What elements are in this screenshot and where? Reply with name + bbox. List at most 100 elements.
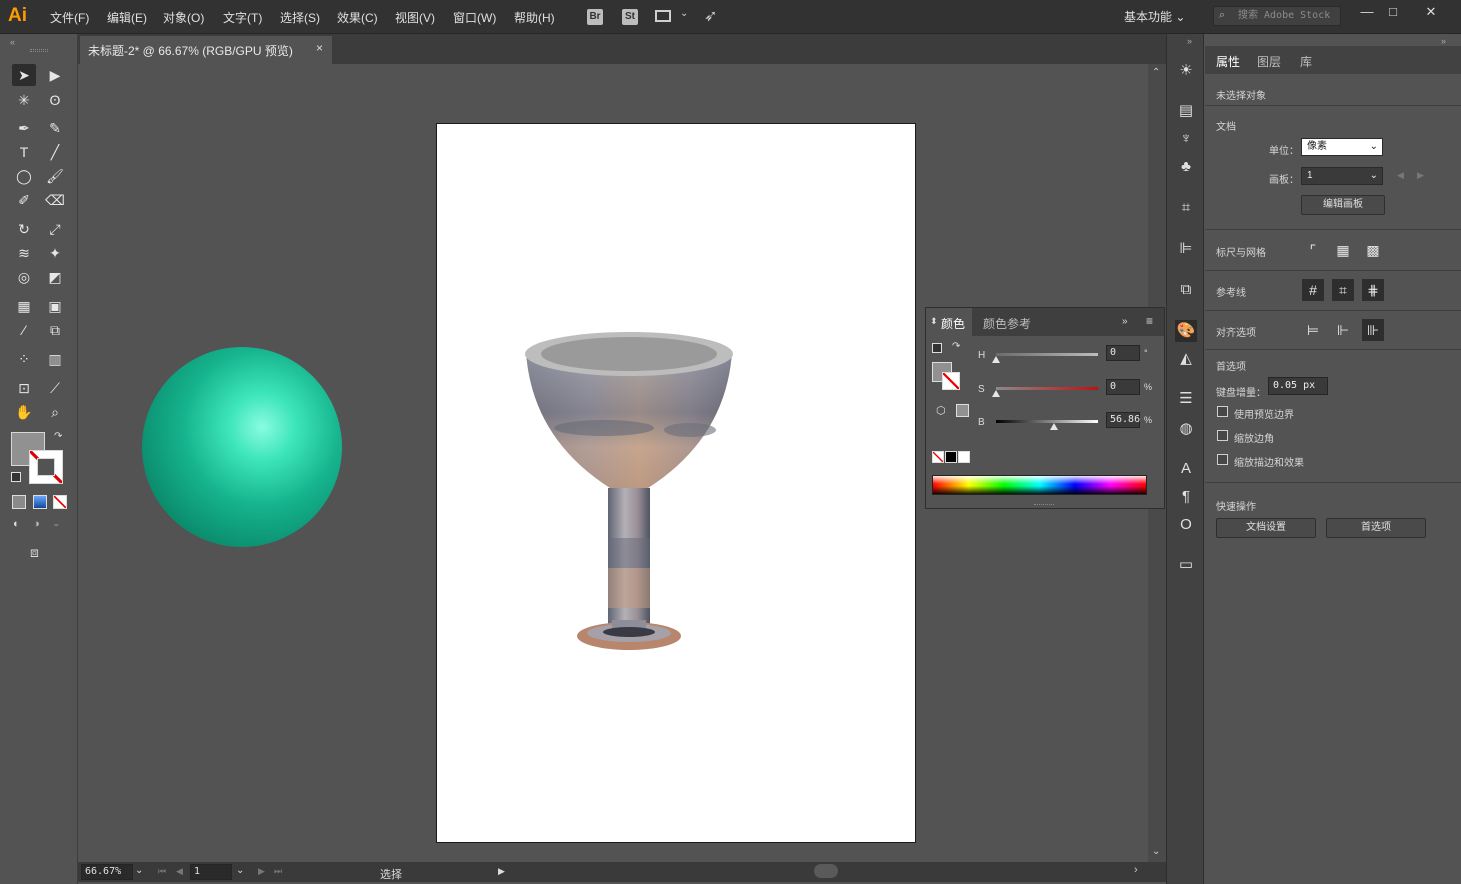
screen-mode-icon[interactable]: ⧈ <box>30 544 39 561</box>
slice-tool-icon[interactable]: ⟋ <box>43 377 67 399</box>
shaper-tool-icon[interactable]: ✐ <box>12 189 36 211</box>
panel-options-arrows-icon[interactable]: ⬍ <box>930 316 938 327</box>
scale-corners-checkbox[interactable] <box>1217 430 1228 441</box>
swap-fill-stroke-icon[interactable]: ↷ <box>952 341 960 352</box>
ellipse-tool-icon[interactable]: ◯ <box>12 165 36 187</box>
pathfinder-icon[interactable]: ⧉ <box>1175 279 1197 301</box>
symbol-sprayer-icon[interactable]: ⁘ <box>12 348 36 370</box>
send-icon[interactable]: ➶ <box>704 6 717 26</box>
scale-tool-icon[interactable]: ⤢ <box>43 218 67 240</box>
none-mode-icon[interactable] <box>53 495 67 509</box>
panel-menu-icon[interactable]: ≡ <box>1146 314 1153 328</box>
first-artboard-icon[interactable]: ⏮ <box>158 866 166 877</box>
preview-bounds-checkbox[interactable] <box>1217 406 1228 417</box>
collapse-right-panel-icon[interactable]: » <box>1441 36 1446 46</box>
rotate-tool-icon[interactable]: ↻ <box>12 218 36 240</box>
zoom-dropdown-icon[interactable]: ⌄ <box>135 865 143 876</box>
curvature-tool-icon[interactable]: ✎ <box>43 117 67 139</box>
align-to-artboard-icon[interactable]: ⊪ <box>1362 319 1384 341</box>
tab-color-guide[interactable]: 颜色参考 <box>983 315 1031 332</box>
paintbrush-icon[interactable]: 🖌 <box>43 165 67 187</box>
gradient-tool-icon[interactable]: ▣ <box>43 295 67 317</box>
tab-color[interactable]: 颜色 <box>941 315 965 332</box>
brushes-icon[interactable]: ♆ <box>1175 128 1197 150</box>
tab-libraries[interactable]: 库 <box>1300 53 1312 70</box>
swap-fill-stroke-icon[interactable]: ↷ <box>54 431 62 442</box>
status-menu-icon[interactable]: ▶ <box>498 866 505 877</box>
color-guide-icon[interactable]: ◭ <box>1175 348 1197 370</box>
menu-window[interactable]: 窗口(W) <box>453 9 496 26</box>
lock-guides-icon[interactable]: ⌗ <box>1332 279 1354 301</box>
eyedropper-icon[interactable]: ⁄ <box>12 319 36 341</box>
scroll-thumb[interactable] <box>814 864 838 878</box>
menu-file[interactable]: 文件(F) <box>50 9 89 26</box>
appearance-icon[interactable]: ☀ <box>1175 60 1197 82</box>
opentype-icon[interactable]: O <box>1175 514 1197 536</box>
s-input[interactable]: 0 <box>1106 379 1140 395</box>
b-slider[interactable] <box>996 420 1098 423</box>
lasso-icon[interactable]: ʘ <box>43 89 67 111</box>
resize-grip-icon[interactable] <box>1034 504 1054 507</box>
align-to-selection-icon[interactable]: ⊨ <box>1302 319 1324 341</box>
menu-type[interactable]: 文字(T) <box>223 9 262 26</box>
h-input[interactable]: 0 <box>1106 345 1140 361</box>
maximize-button[interactable]: □ <box>1382 4 1404 20</box>
color-icon[interactable]: 🎨 <box>1175 320 1197 342</box>
artboard-tool-icon[interactable]: ⊡ <box>12 377 36 399</box>
none-color-swatch[interactable] <box>932 451 944 463</box>
scroll-right-icon[interactable]: › <box>1134 864 1138 876</box>
arrange-documents-icon[interactable] <box>655 10 671 22</box>
white-color-swatch[interactable] <box>958 451 970 463</box>
rulers-icon[interactable]: ⌜ <box>1302 239 1324 261</box>
zoom-field[interactable]: 66.67% <box>81 864 133 880</box>
default-colors-icon[interactable] <box>932 343 942 353</box>
b-slider-thumb[interactable] <box>1049 423 1058 430</box>
warp-tool-icon[interactable]: ≋ <box>12 242 36 264</box>
shape-builder-icon[interactable]: ◎ <box>12 266 36 288</box>
close-document-icon[interactable]: × <box>316 41 323 55</box>
tab-layers[interactable]: 图层 <box>1257 53 1281 70</box>
workspace-switcher[interactable]: 基本功能 ⌄ <box>1124 8 1185 25</box>
align-icon[interactable]: ⊫ <box>1175 238 1197 260</box>
draw-normal-icon[interactable]: ◐ <box>13 518 27 532</box>
grip-icon[interactable] <box>30 49 48 52</box>
scroll-down-icon[interactable]: ⌄ <box>1152 846 1160 857</box>
minimize-button[interactable]: — <box>1356 4 1378 20</box>
draw-inside-icon[interactable]: ◒ <box>53 518 67 532</box>
stock-search-input[interactable]: 搜索 Adobe Stock <box>1213 6 1341 26</box>
chevron-down-icon[interactable]: ⌄ <box>680 8 688 19</box>
bridge-button[interactable]: Br <box>587 9 603 25</box>
menu-help[interactable]: 帮助(H) <box>514 9 555 26</box>
s-slider-thumb[interactable] <box>992 390 1000 397</box>
pen-tool-icon[interactable]: ✒ <box>12 117 36 139</box>
prev-artboard-icon[interactable]: ◀ <box>1397 170 1404 181</box>
draw-behind-icon[interactable]: ◑ <box>33 518 47 532</box>
selection-tool-icon[interactable]: ➤ <box>12 64 36 86</box>
next-artboard-icon[interactable]: ▶ <box>1417 170 1424 181</box>
artboards-icon[interactable]: ⌗ <box>1175 197 1197 219</box>
symbols-icon[interactable]: ♣ <box>1175 156 1197 178</box>
line-tool-icon[interactable]: ╱ <box>43 141 67 163</box>
character-icon[interactable]: A <box>1175 458 1197 480</box>
menu-object[interactable]: 对象(O) <box>163 9 204 26</box>
h-slider-thumb[interactable] <box>992 356 1000 363</box>
puppet-warp-icon[interactable]: ✦ <box>43 242 67 264</box>
stroke-icon[interactable]: ☰ <box>1175 388 1197 410</box>
collapse-panel-icon[interactable]: » <box>1122 316 1128 327</box>
default-colors-icon[interactable] <box>11 472 21 482</box>
next-artboard-icon[interactable]: ▶ <box>258 866 265 877</box>
prev-artboard-icon[interactable]: ◀ <box>176 866 183 877</box>
edit-artboards-button[interactable]: 编辑画板 <box>1301 195 1385 215</box>
smart-guides-icon[interactable]: ⋕ <box>1362 279 1384 301</box>
grid-icon[interactable]: ▦ <box>1332 239 1354 261</box>
paragraph-icon[interactable]: ¶ <box>1175 486 1197 508</box>
document-tab[interactable]: 未标题-2* @ 66.67% (RGB/GPU 预览) <box>80 36 332 64</box>
magic-wand-icon[interactable]: ✳ <box>12 89 36 111</box>
collapse-panel-icon[interactable]: « <box>10 37 15 47</box>
menu-view[interactable]: 视图(V) <box>395 9 435 26</box>
menu-edit[interactable]: 编辑(E) <box>107 9 147 26</box>
stock-button[interactable]: St <box>622 9 638 25</box>
transparency-grid-icon[interactable]: ▩ <box>1362 239 1384 261</box>
color-stroke-swatch[interactable] <box>942 372 960 390</box>
align-to-key-object-icon[interactable]: ⊩ <box>1332 319 1354 341</box>
